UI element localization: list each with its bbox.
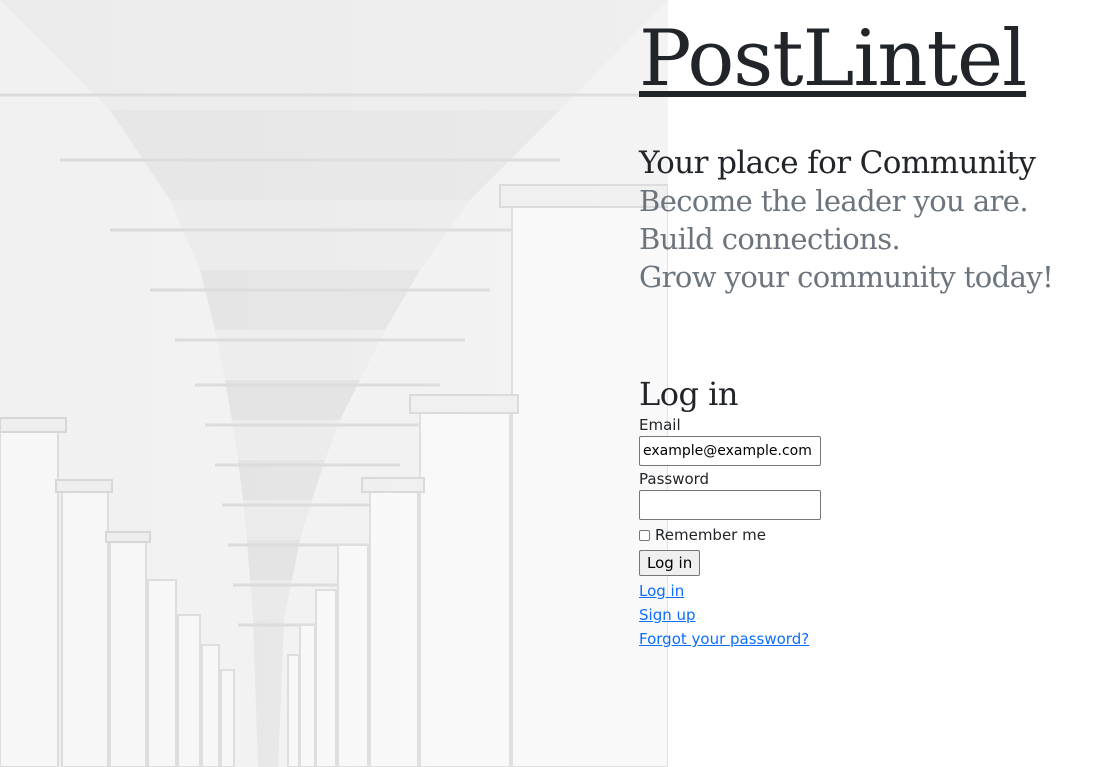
remember-me-label: Remember me xyxy=(655,526,766,544)
signup-link[interactable]: Sign up xyxy=(639,603,1099,627)
hero-line-connections: Build connections. xyxy=(639,222,901,256)
hero-tagline: Your place for Community xyxy=(639,145,1036,181)
login-submit-button[interactable]: Log in xyxy=(639,550,701,576)
login-form: Email Password Remember me Log in xyxy=(639,416,1099,576)
email-label: Email xyxy=(639,416,681,434)
password-label: Password xyxy=(639,470,710,488)
background-photo xyxy=(0,0,668,767)
remember-me-checkbox[interactable] xyxy=(639,529,650,541)
auth-links: Log in Sign up Forgot your password? xyxy=(639,579,1099,651)
page: PostLintel Your place for Community Beco… xyxy=(0,0,1106,767)
password-field[interactable] xyxy=(639,490,821,520)
login-link[interactable]: Log in xyxy=(639,579,1099,603)
remember-me-row: Remember me xyxy=(639,524,1099,546)
forgot-password-link[interactable]: Forgot your password? xyxy=(639,627,1099,651)
login-heading: Log in xyxy=(639,375,739,413)
main-content: PostLintel Your place for Community Beco… xyxy=(639,0,1099,651)
hero-line-grow: Grow your community today! xyxy=(639,260,1054,294)
email-field[interactable] xyxy=(639,436,821,466)
brand-logo-link[interactable]: PostLintel xyxy=(639,14,1027,104)
hero-line-leader: Become the leader you are. xyxy=(639,184,1029,218)
